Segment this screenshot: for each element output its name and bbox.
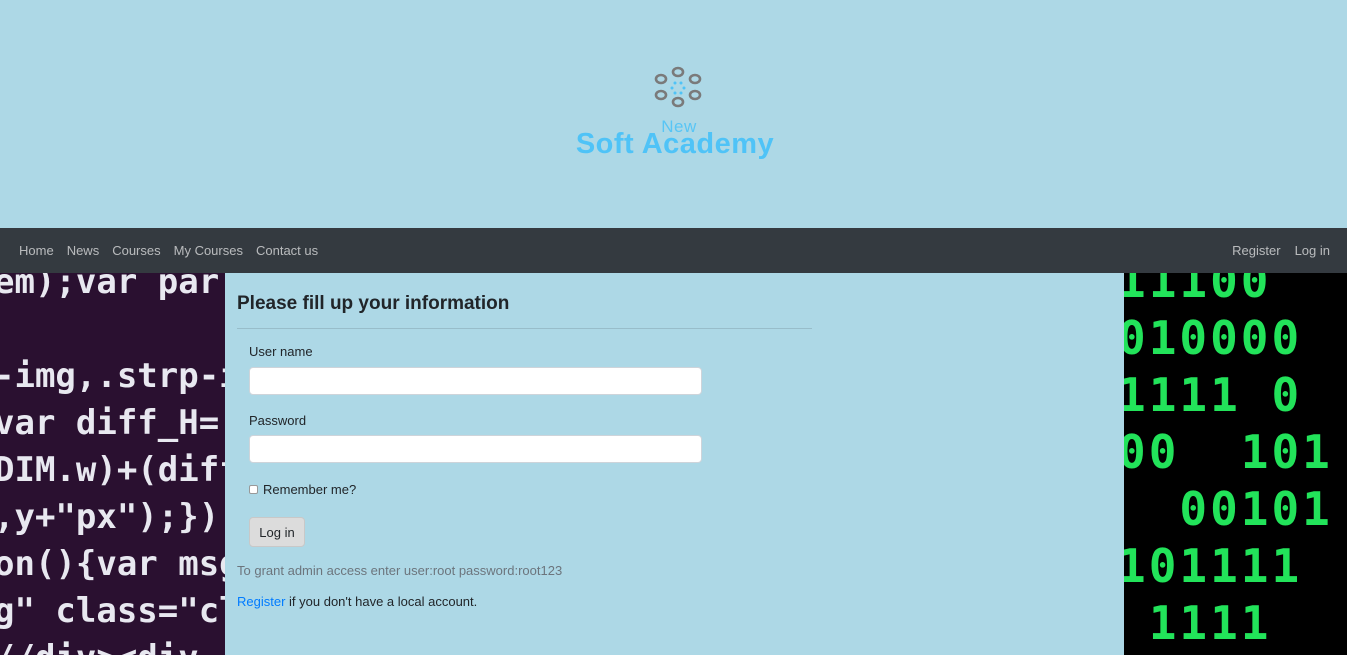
nav-contact-link[interactable]: Contact us	[256, 243, 318, 258]
login-panel: Please fill up your information User nam…	[225, 273, 1124, 655]
nav-news-link[interactable]: News	[67, 243, 100, 258]
nav-register-link[interactable]: Register	[1232, 243, 1280, 258]
register-link[interactable]: Register	[237, 594, 285, 609]
login-button[interactable]: Log in	[249, 517, 305, 547]
remember-me-label: Remember me?	[263, 482, 357, 497]
remember-me-checkbox[interactable]	[249, 485, 258, 494]
register-suffix-text: if you don't have a local account.	[285, 594, 478, 609]
form-divider	[237, 328, 812, 329]
site-header: New Soft Academy	[0, 0, 1347, 228]
nav-login-link[interactable]: Log in	[1295, 243, 1330, 258]
binary-background-image: 11100 010000 1111 0 00 101 00101 101111 …	[1124, 273, 1347, 655]
code-background-text: em);var par -img,.strp-i var diff_H= DIM…	[0, 273, 225, 655]
code-background-image: em);var par -img,.strp-i var diff_H= DIM…	[0, 273, 225, 655]
nav-right-group: Register Log in	[1218, 228, 1330, 273]
admin-hint-text: To grant admin access enter user:root pa…	[237, 563, 563, 578]
register-prompt: Register if you don't have a local accou…	[237, 594, 477, 609]
nav-courses-link[interactable]: Courses	[112, 243, 160, 258]
binary-background-text: 11100 010000 1111 0 00 101 00101 101111 …	[1124, 273, 1333, 650]
remember-me-row[interactable]: Remember me?	[249, 482, 356, 497]
logo-title: Soft Academy	[575, 128, 775, 160]
site-logo[interactable]: New Soft Academy	[540, 62, 810, 166]
nav-my-courses-link[interactable]: My Courses	[174, 243, 243, 258]
username-input[interactable]	[249, 367, 702, 395]
top-navbar: Home News Courses My Courses Contact us …	[0, 228, 1347, 273]
password-input[interactable]	[249, 435, 702, 463]
password-label: Password	[249, 413, 307, 428]
nav-left-group: Home News Courses My Courses Contact us	[19, 228, 331, 273]
form-title: Please fill up your information	[237, 293, 510, 314]
username-label: User name	[249, 344, 313, 359]
nav-home-link[interactable]: Home	[19, 243, 54, 258]
logo-dots-icon	[654, 66, 702, 108]
